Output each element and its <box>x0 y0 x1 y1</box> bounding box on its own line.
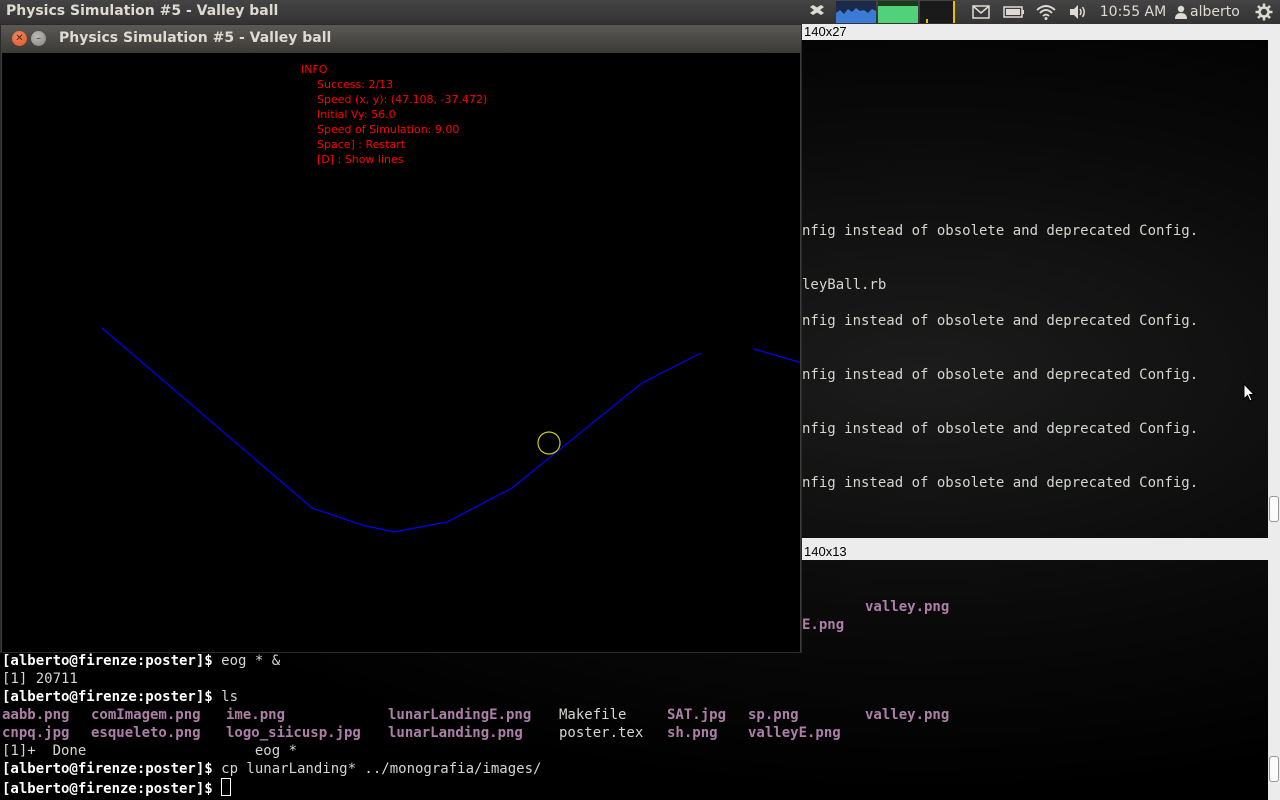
gear-icon[interactable] <box>1252 0 1276 24</box>
terrain-segment <box>753 348 800 364</box>
terminal-file: valley.png <box>865 707 950 723</box>
command-text: cp lunarLanding* ../monografia/images/ <box>212 761 542 777</box>
terminal-line: [alberto@firenze:poster]$ eog * & <box>2 652 280 670</box>
simulation-window[interactable]: ✕ – Physics Simulation #5 - Valley ball … <box>0 24 802 653</box>
terminal-file: lunarLandingE.png <box>388 707 532 723</box>
terminal-file: esqueleto.png <box>91 725 201 741</box>
wifi-icon[interactable] <box>1034 0 1058 24</box>
mouse-pointer-icon <box>1243 383 1255 402</box>
valley-terrain <box>101 327 702 533</box>
top-panel: Physics Simulation #5 - Valley ball 10:5… <box>0 0 1280 24</box>
terminal-file: poster.tex <box>559 725 644 741</box>
info-initial-vy: Initial Vy: 56.0 <box>317 108 396 121</box>
info-success: Success: 2/13 <box>317 78 394 91</box>
command-text: ls <box>212 689 239 705</box>
text-cursor <box>220 778 231 796</box>
terminal-line: [1]+ Done eog * <box>2 743 298 759</box>
terminal-file: valleyE.png <box>748 725 841 741</box>
minimize-button[interactable]: – <box>31 31 46 46</box>
active-app-title: Physics Simulation #5 - Valley ball <box>6 3 279 19</box>
terminal-line: [alberto@firenze:poster]$ cp lunarLandin… <box>2 760 541 778</box>
terminal-file: comImagem.png <box>91 707 201 723</box>
shell-prompt: [alberto@firenze:poster]$ <box>2 653 213 669</box>
mail-icon[interactable] <box>970 0 992 24</box>
system-monitor-icon[interactable] <box>836 0 956 24</box>
terminal-file: cnpq.jpg <box>2 725 70 741</box>
info-speed: Speed (x, y): (47.108, -37.472) <box>317 93 488 106</box>
terminal-line: [1] 20711 <box>2 671 78 687</box>
window-titlebar[interactable]: ✕ – Physics Simulation #5 - Valley ball <box>1 25 801 52</box>
terminal-line: [alberto@firenze:poster]$ ls <box>2 688 238 706</box>
terminal-line: leyBall.rb <box>802 277 887 293</box>
top-pane-scrollbar[interactable] <box>1268 40 1280 538</box>
command-text: eog * & <box>212 653 281 669</box>
info-sim-speed: Speed of Simulation: 9.00 <box>317 123 460 136</box>
terminal-file: E.png <box>802 617 845 633</box>
user-icon <box>1174 0 1188 24</box>
simulation-canvas[interactable]: INFO Success: 2/13 Speed (x, y): (47.108… <box>2 53 800 652</box>
terminal-line: nfig instead of obsolete and deprecated … <box>802 475 1199 491</box>
bottom-pane-scrollbar[interactable] <box>1268 560 1280 800</box>
shell-prompt: [alberto@firenze:poster]$ <box>2 689 213 705</box>
terminal-line: nfig instead of obsolete and deprecated … <box>802 223 1199 239</box>
terminal-file: logo_siicusp.jpg <box>226 725 361 741</box>
dropbox-icon[interactable] <box>806 0 828 24</box>
terminal-file: ime.png <box>226 707 286 723</box>
bottom-pane-scroll-thumb[interactable] <box>1269 756 1279 782</box>
battery-icon[interactable] <box>1002 0 1026 24</box>
terminal-file: aabb.png <box>2 707 70 723</box>
pane-size-label-bottom: 140x13 <box>802 544 1280 560</box>
terminal-line: nfig instead of obsolete and deprecated … <box>802 367 1199 383</box>
terminal-file: valley.png <box>865 599 950 615</box>
ball <box>537 431 561 455</box>
close-button[interactable]: ✕ <box>12 31 27 46</box>
terminal-file: SAT.jpg <box>667 707 727 723</box>
terminal-file: sp.png <box>748 707 799 723</box>
shell-prompt: [alberto@firenze:poster]$ <box>2 761 213 777</box>
info-restart-hint: Space] : Restart <box>317 138 406 151</box>
window-title: Physics Simulation #5 - Valley ball <box>59 30 332 46</box>
terminal-file: lunarLanding.png <box>388 725 523 741</box>
terminal-line: nfig instead of obsolete and deprecated … <box>802 313 1199 329</box>
user-name[interactable]: alberto <box>1190 0 1246 24</box>
info-lines-hint: [D] : Show lines <box>317 153 404 166</box>
info-heading: INFO <box>301 63 328 76</box>
terminal-file: sh.png <box>667 725 718 741</box>
terminal-file: Makefile <box>559 707 627 723</box>
shell-prompt: [alberto@firenze:poster]$ <box>2 781 213 797</box>
terminal-input-line[interactable]: [alberto@firenze:poster]$ <box>2 778 231 798</box>
pane-size-label-top: 140x27 <box>802 24 1280 40</box>
terminal-line: nfig instead of obsolete and deprecated … <box>802 421 1199 437</box>
clock[interactable]: 10:55 AM <box>1098 0 1168 24</box>
volume-icon[interactable] <box>1066 0 1090 24</box>
top-pane-scroll-thumb[interactable] <box>1269 496 1279 522</box>
